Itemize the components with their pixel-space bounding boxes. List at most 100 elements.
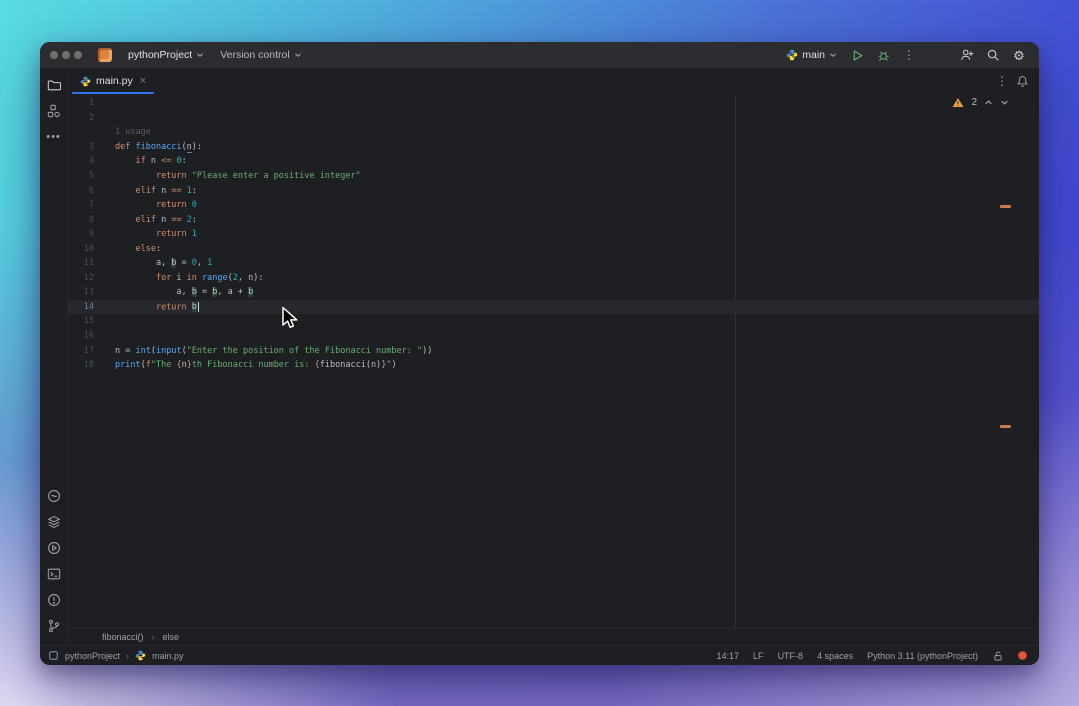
services-toolwindow-button[interactable]: [43, 537, 65, 559]
debug-button[interactable]: [873, 45, 893, 65]
line-number[interactable]: 13: [68, 287, 94, 297]
code-line[interactable]: 10 else:: [68, 241, 1039, 256]
code-line[interactable]: 3 def fibonacci(n):: [68, 140, 1039, 155]
statusbar-project[interactable]: pythonProject: [65, 651, 120, 661]
breadcrumb-item-fibonacci[interactable]: fibonacci(): [102, 632, 144, 642]
line-number[interactable]: 3: [68, 142, 94, 152]
code-line[interactable]: 2: [68, 111, 1039, 126]
window-minimize-button[interactable]: [62, 51, 70, 59]
scrollbar-warning-mark[interactable]: [1000, 425, 1011, 428]
interpreter-widget[interactable]: Python 3.11 (pythonProject): [867, 651, 978, 661]
line-separator-widget[interactable]: LF: [753, 651, 764, 661]
code-line[interactable]: 9 return 1: [68, 227, 1039, 242]
bell-icon[interactable]: [1016, 75, 1029, 88]
line-number[interactable]: 4: [68, 156, 94, 166]
lock-icon[interactable]: [992, 650, 1004, 662]
structure-toolwindow-button[interactable]: [43, 100, 65, 122]
inspection-widget[interactable]: 2: [952, 97, 1009, 108]
statusbar-file[interactable]: main.py: [152, 651, 184, 661]
code-line[interactable]: 15: [68, 314, 1039, 329]
code-line[interactable]: 1: [68, 96, 1039, 111]
line-number[interactable]: 5: [68, 171, 94, 181]
usage-inlay-hint[interactable]: 1 usage: [115, 127, 151, 137]
close-icon[interactable]: ×: [140, 75, 146, 87]
problems-toolwindow-button[interactable]: [43, 589, 65, 611]
code-line[interactable]: 4 if n <= 0:: [68, 154, 1039, 169]
statusbar-left: pythonProject › main.py: [48, 650, 184, 661]
more-actions-button[interactable]: ⋮: [899, 45, 919, 65]
line-number[interactable]: 15: [68, 316, 94, 326]
python-packages-toolwindow-button[interactable]: [43, 511, 65, 533]
run-button[interactable]: [847, 45, 867, 65]
encoding-widget[interactable]: UTF-8: [778, 651, 804, 661]
breadcrumb-item-else[interactable]: else: [163, 632, 180, 642]
tab-options-button[interactable]: ⋮: [996, 75, 1008, 87]
scrollbar-warning-mark[interactable]: [1000, 205, 1011, 208]
more-toolwindows-button[interactable]: •••: [43, 126, 65, 148]
window-close-button[interactable]: [50, 51, 58, 59]
code-line[interactable]: 12 for i in range(2, n):: [68, 271, 1039, 286]
code-token: else: [135, 243, 156, 254]
search-everywhere-button[interactable]: [983, 45, 1003, 65]
line-number[interactable]: 10: [68, 244, 94, 254]
code-line[interactable]: 7 return 0: [68, 198, 1039, 213]
line-number[interactable]: 16: [68, 331, 94, 341]
line-number[interactable]: 11: [68, 258, 94, 268]
code-line[interactable]: 14 return b: [68, 299, 1039, 315]
add-user-button[interactable]: [957, 45, 977, 65]
line-number[interactable]: 9: [68, 229, 94, 239]
line-number[interactable]: 18: [68, 360, 94, 370]
code-line[interactable]: 13 a, b = b, a + b: [68, 285, 1039, 300]
terminal-toolwindow-button[interactable]: [43, 563, 65, 585]
window-zoom-button[interactable]: [74, 51, 82, 59]
chevron-up-icon[interactable]: [984, 98, 993, 107]
code-token: ): [391, 360, 397, 371]
project-selector[interactable]: pythonProject: [122, 46, 210, 64]
chevron-down-icon[interactable]: [1000, 98, 1009, 107]
line-number[interactable]: 14: [68, 302, 94, 312]
code-text: elif n == 2:: [115, 214, 196, 225]
settings-button[interactable]: ⚙: [1009, 45, 1029, 65]
code-token: return: [155, 302, 187, 313]
line-number[interactable]: 7: [68, 200, 94, 210]
inlay-hint-row[interactable]: 1 usage: [68, 125, 1039, 140]
warning-icon: [953, 98, 964, 107]
indent-widget[interactable]: 4 spaces: [817, 651, 853, 661]
line-number[interactable]: 17: [68, 346, 94, 356]
run-configuration-selector[interactable]: main: [782, 47, 841, 63]
ide-error-badge[interactable]: [1018, 651, 1027, 660]
code-line[interactable]: 8 elif n == 2:: [68, 212, 1039, 227]
code-line[interactable]: 16: [68, 329, 1039, 344]
folder-icon: [47, 80, 61, 91]
line-number[interactable]: 8: [68, 215, 94, 225]
code-token: elif: [135, 185, 156, 196]
project-name: pythonProject: [128, 49, 193, 61]
code-line[interactable]: 6 elif n == 1:: [68, 183, 1039, 198]
project-avatar: [98, 48, 112, 62]
tab-main-py[interactable]: main.py ×: [72, 68, 155, 94]
code-editor[interactable]: 121 usage 3 def fibonacci(n): 4 if n <= 0: 5…: [68, 94, 1039, 628]
code-line[interactable]: 5 return "Please enter a positive intege…: [68, 169, 1039, 184]
vcs-widget[interactable]: Version control: [214, 46, 307, 64]
caret-position-widget[interactable]: 14:17: [717, 651, 740, 661]
line-number[interactable]: 12: [68, 273, 94, 283]
python-console-toolwindow-button[interactable]: [43, 485, 65, 507]
code-line[interactable]: 17 n = int(input("Enter the position of t…: [68, 343, 1039, 358]
version-control-toolwindow-button[interactable]: [43, 615, 65, 637]
code-token: if: [135, 156, 146, 167]
code-token: ==: [171, 214, 182, 225]
line-number[interactable]: 2: [68, 113, 94, 123]
code-token: print: [115, 360, 141, 371]
code-line[interactable]: 11 a, b = 0, 1: [68, 256, 1039, 271]
code-text: a, b = 0, 1: [115, 258, 212, 269]
code-line[interactable]: 18 print(f"The {n}th Fibonacci number is:…: [68, 358, 1039, 373]
project-toolwindow-button[interactable]: [43, 74, 65, 96]
line-number[interactable]: 6: [68, 186, 94, 196]
code-token: :: [155, 243, 162, 254]
code-token: , a +: [217, 287, 249, 298]
line-number[interactable]: 1: [68, 98, 94, 108]
